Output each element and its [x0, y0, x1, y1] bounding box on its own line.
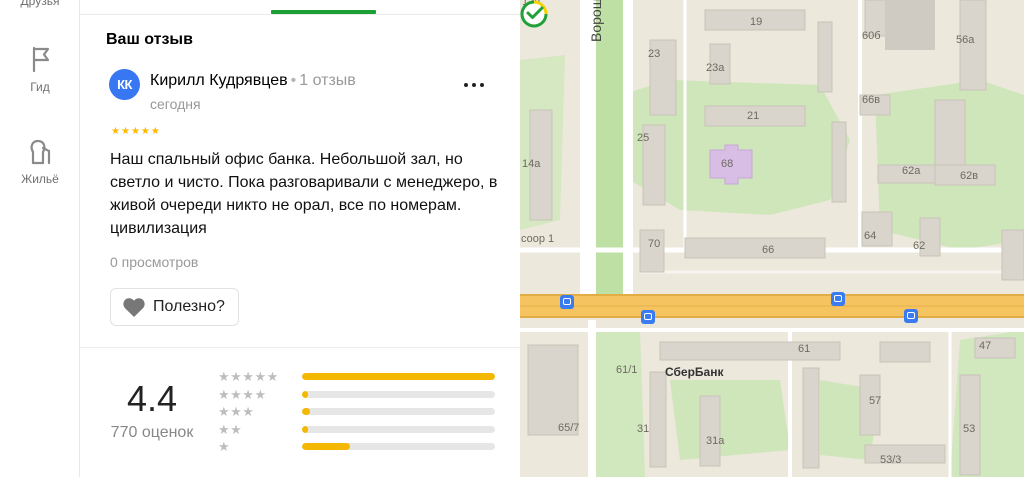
building-number-label: 23	[648, 48, 661, 60]
rating-distribution-row: ★★	[218, 422, 498, 439]
building-number-label: 14а	[522, 158, 541, 170]
building-number-label: 62а	[902, 165, 921, 177]
building-number-label: 53	[963, 423, 976, 435]
author-separator: •	[290, 72, 297, 89]
author-line: Кирилл Кудрявцев • 1 отзыв	[150, 72, 356, 90]
vertical-road	[580, 0, 596, 300]
building-number-label: 68	[721, 158, 734, 170]
distribution-stars-icon: ★★★★	[218, 386, 267, 402]
building-number-label: 23а	[706, 62, 725, 74]
vertical-road	[623, 0, 633, 300]
nav-item-friends-label: Друзья	[20, 0, 60, 8]
building-number-label: 31	[637, 423, 650, 435]
distribution-bar-track	[302, 443, 495, 450]
nav-rail: Друзья Гид Жильё	[0, 0, 80, 477]
building-number-label: 31а	[706, 435, 725, 447]
more-dot-icon	[472, 83, 476, 87]
distribution-stars-icon: ★★★★★	[218, 369, 279, 384]
view-count: 0 просмотров	[110, 254, 199, 270]
section-title: Ваш отзыв	[106, 31, 193, 48]
distribution-stars-icon: ★★	[218, 421, 243, 437]
distribution-bar-fill	[302, 425, 308, 433]
review-text: Наш спальный офис банка. Небольшой зал, …	[110, 151, 498, 237]
flag-icon	[32, 46, 50, 73]
avatar[interactable]: КК	[109, 69, 140, 100]
distribution-bar-fill	[302, 373, 495, 380]
park-area	[670, 380, 790, 460]
building-number-label: соор 1	[521, 233, 555, 245]
star-icon: ★	[120, 126, 130, 137]
building-number-label: 61/1	[616, 364, 638, 376]
nav-item-guide[interactable]: Гид	[0, 44, 80, 94]
nav-item-guide-label: Гид	[30, 80, 50, 94]
rating-value: 4.4	[126, 378, 178, 419]
building-number-label: 19	[750, 16, 763, 28]
green-strip	[595, 0, 623, 300]
building-number-label: 25	[637, 132, 650, 144]
more-options-button[interactable]	[464, 79, 488, 91]
review-star-rating: ★ ★ ★ ★ ★	[111, 127, 160, 137]
useful-label: Полезно?	[153, 298, 225, 315]
rating-distribution-row: ★★★★	[218, 387, 498, 404]
section-divider	[80, 347, 520, 348]
distribution-stars-icon: ★★★	[218, 404, 255, 419]
star-icon: ★	[111, 126, 120, 137]
building-number-label: 61	[798, 343, 811, 355]
building-number-label: 62в	[960, 170, 979, 182]
distribution-bar-fill	[302, 408, 310, 415]
review-date: сегодня	[150, 96, 201, 112]
more-dot-icon	[464, 83, 468, 87]
building-number-label: 65/7	[558, 422, 580, 434]
street-label: Ворошилова	[588, 0, 604, 42]
park-area	[590, 330, 645, 477]
map-canvas	[520, 0, 1024, 477]
bus-stop-icon[interactable]	[641, 310, 655, 324]
more-dot-icon	[480, 83, 484, 87]
building-number-label: 70	[648, 238, 661, 250]
star-icon: ★	[150, 126, 160, 137]
author-review-count: 1 отзыв	[299, 72, 356, 89]
building-number-label: 60б	[862, 30, 881, 42]
review-panel: Ваш отзыв КК Кирилл Кудрявцев • 1 отзыв се…	[80, 0, 520, 477]
star-icon: ★	[140, 126, 150, 137]
building-number-label: 66	[762, 244, 775, 256]
distribution-bar-track	[302, 390, 495, 398]
tab-divider	[80, 14, 520, 15]
rating-distribution-row: ★	[218, 439, 498, 456]
useful-button[interactable]: Полезно?	[110, 288, 239, 326]
rating-distribution-row: ★★★	[218, 404, 498, 421]
heart-icon	[123, 298, 145, 317]
building-number-label: 21	[747, 110, 760, 122]
building-number-label: 57	[869, 395, 882, 407]
distribution-bar-track	[302, 373, 495, 380]
star-icon: ★	[130, 126, 140, 137]
rating-distribution-row: ★★★★★	[218, 369, 498, 386]
house-icon	[30, 139, 51, 165]
nav-item-friends[interactable]: Друзья	[0, 0, 80, 8]
building-number-label: 47	[979, 340, 992, 352]
building-number-label: 53/3	[880, 454, 902, 466]
author-name[interactable]: Кирилл Кудрявцев	[150, 72, 288, 89]
nav-item-housing-label: Жильё	[21, 172, 59, 186]
bus-stop-icon[interactable]	[904, 309, 918, 323]
sberbank-logo-icon[interactable]	[520, 0, 548, 28]
nav-item-housing[interactable]: Жильё	[0, 136, 80, 186]
building-number-label: 62	[913, 240, 926, 252]
distribution-bar-track	[302, 425, 495, 433]
bus-stop-icon[interactable]	[560, 295, 574, 309]
poi-name[interactable]: СберБанк	[665, 365, 723, 379]
distribution-bar-fill	[302, 390, 308, 398]
distribution-bar-fill	[302, 443, 350, 450]
distribution-bar-track	[302, 408, 495, 415]
rating-count: 770 оценок	[110, 424, 194, 441]
vertical-road	[588, 320, 596, 477]
distribution-stars-icon: ★	[218, 439, 231, 454]
building-number-label: 56а	[956, 34, 975, 46]
bus-stop-icon[interactable]	[831, 292, 845, 306]
building-number-label: 66в	[862, 94, 881, 106]
map-view[interactable]: Ворошилова 12a1960б56а2323а66в2114а25686…	[520, 0, 1024, 477]
large-building	[885, 0, 935, 50]
building-number-label: 64	[864, 230, 877, 242]
